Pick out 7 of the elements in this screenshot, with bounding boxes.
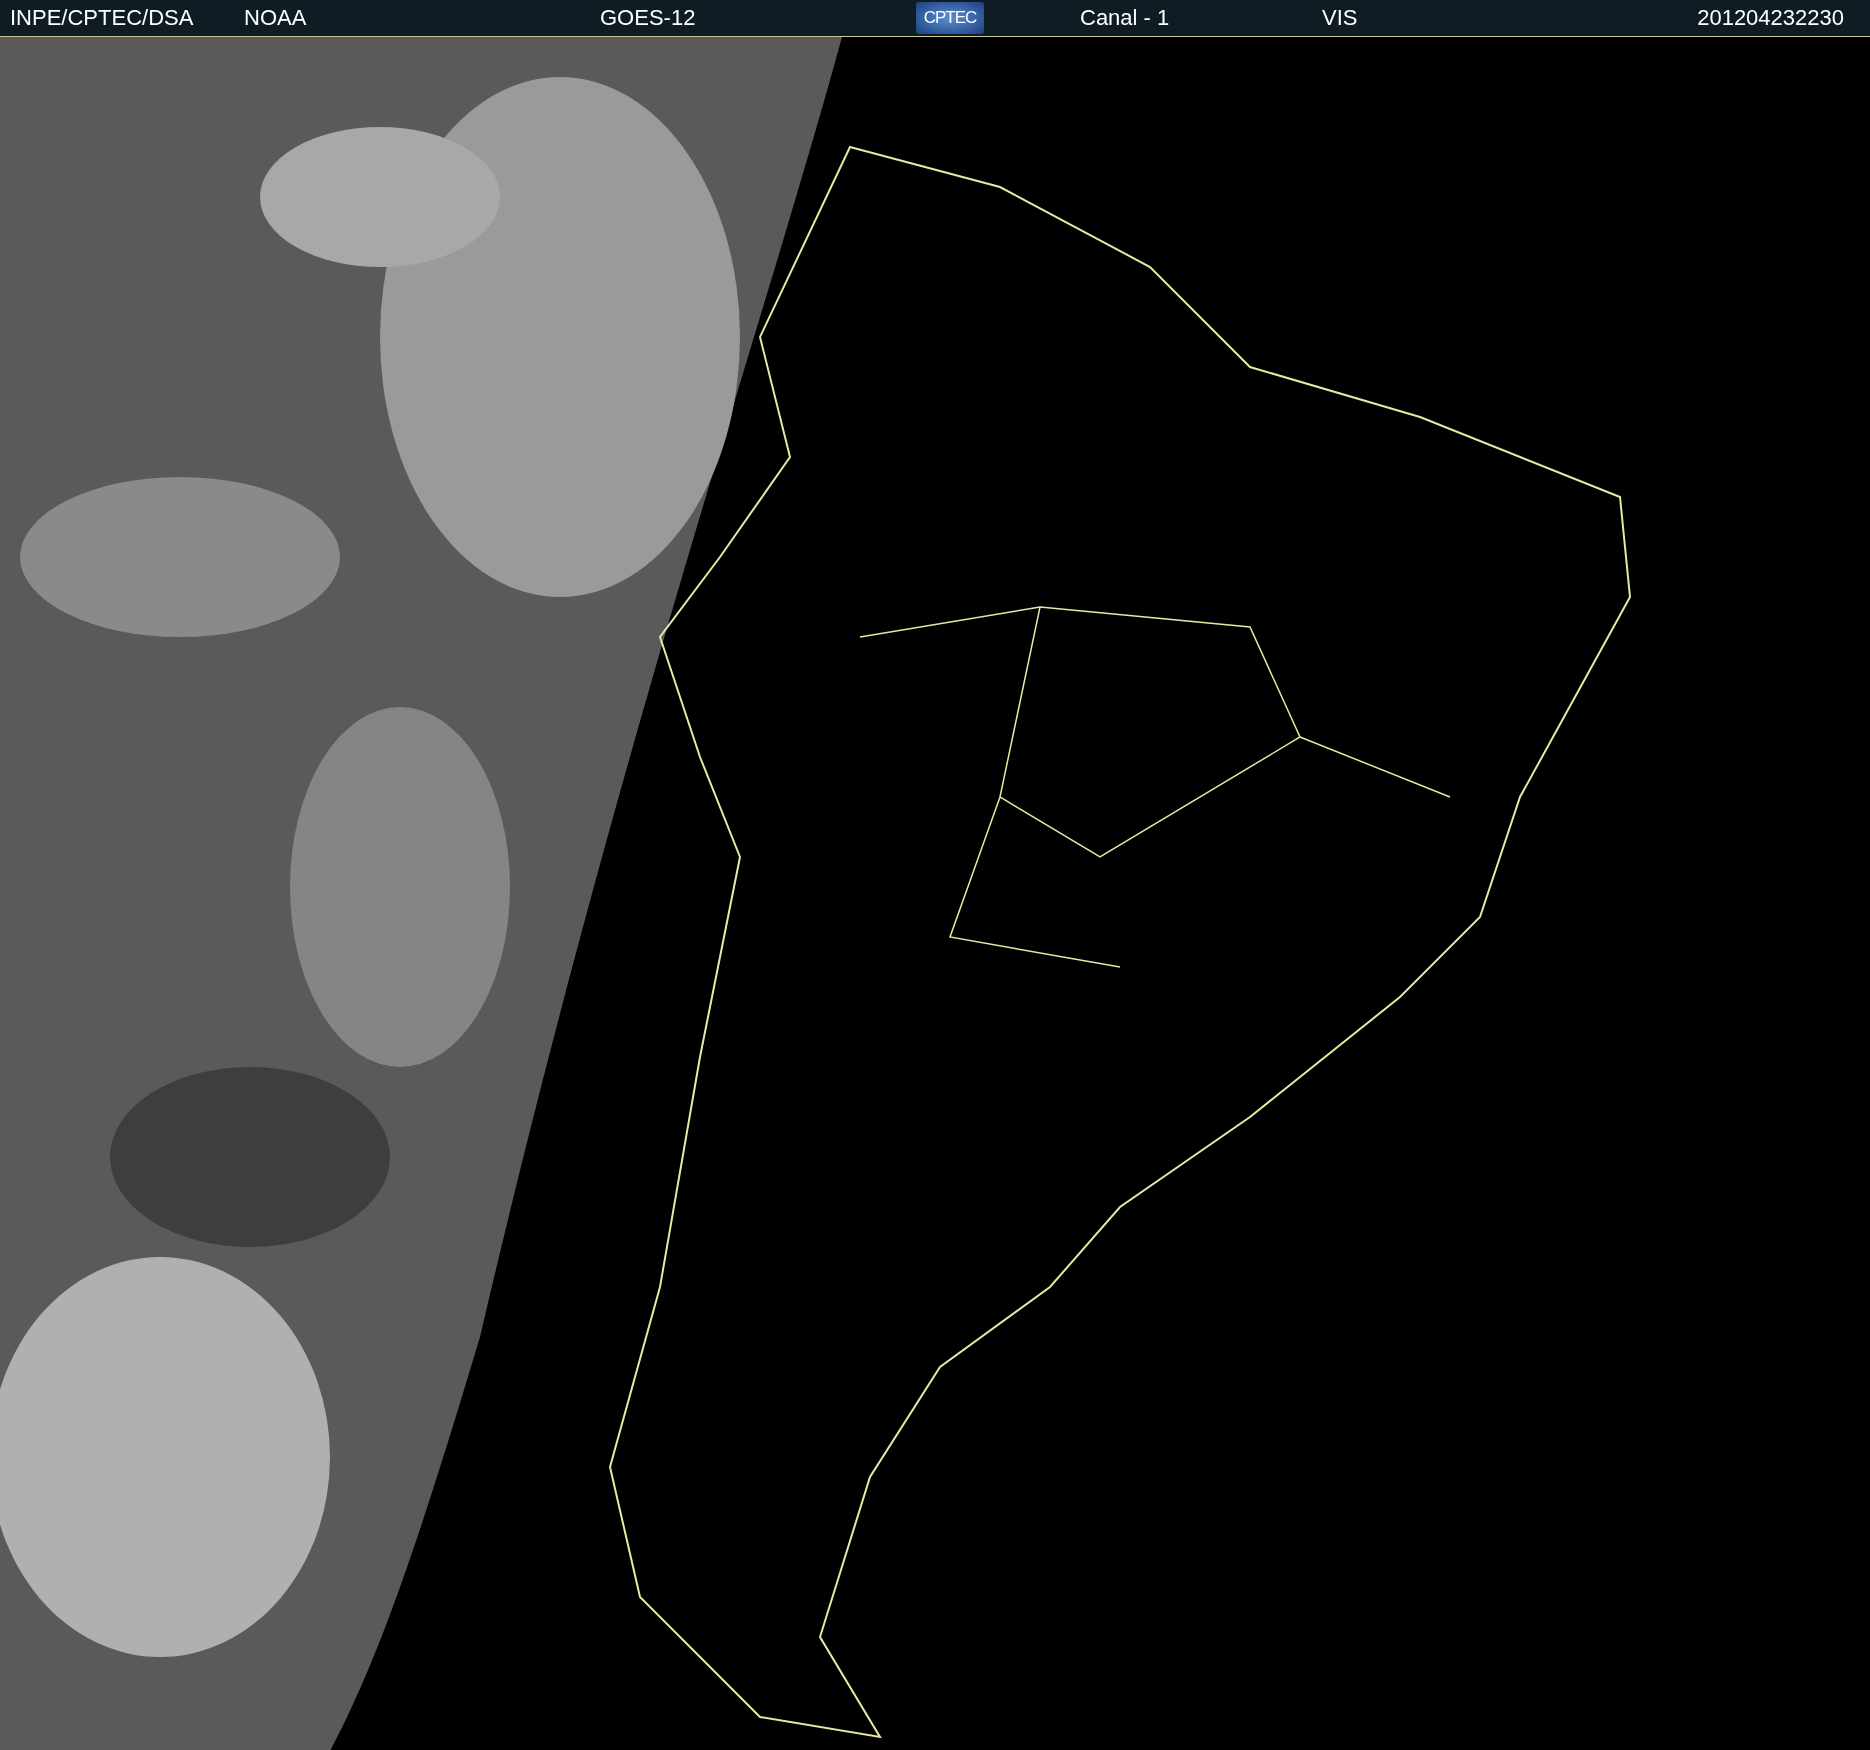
header-label: VIS <box>1322 5 1358 31</box>
header-label: INPE/CPTEC/DSA <box>10 5 194 31</box>
header-label: Canal - 1 <box>1080 5 1170 31</box>
header-label: NOAA <box>244 5 307 31</box>
header-label: GOES-12 <box>600 5 696 31</box>
header-label: 201204232230 <box>1697 5 1844 31</box>
logo: CPTEC <box>916 2 984 34</box>
